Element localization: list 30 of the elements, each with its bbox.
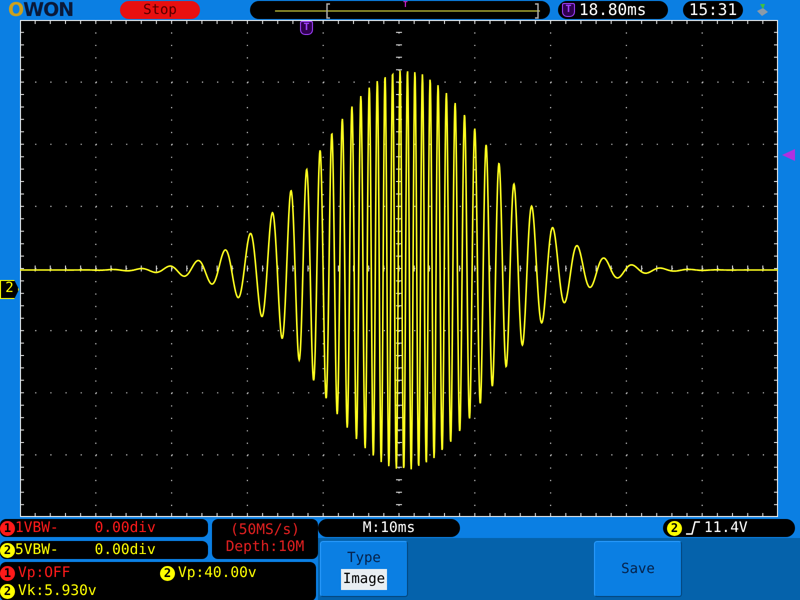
brand-logo: OWON <box>8 0 74 20</box>
trigger-level-marker[interactable] <box>782 148 796 162</box>
channel-badge: 2 <box>160 566 175 581</box>
channel-badge: 1 <box>0 566 15 581</box>
trigger-position-marker: T <box>403 1 408 9</box>
channel-badge: 1 <box>0 520 15 536</box>
type-menu-button[interactable]: Type Image <box>320 541 408 597</box>
cursor-label: 5VBW- <box>15 542 59 558</box>
rising-edge-icon <box>686 521 700 535</box>
usb-storage-icon <box>755 2 769 18</box>
timebase: M:10ms <box>318 519 460 537</box>
memory-depth: Depth:10M <box>226 539 304 556</box>
trigger-level: 11.4V <box>704 519 748 537</box>
trigger-badge: T <box>562 3 575 17</box>
channel-badge: 2 <box>667 520 682 536</box>
channel-badge: 2 <box>0 584 15 600</box>
channel-marker[interactable]: 2 <box>0 280 19 299</box>
trigger-time: 18.80ms <box>579 1 646 19</box>
cursor-value: 0.00div <box>94 520 156 536</box>
run-state-indicator[interactable]: Stop <box>120 1 200 19</box>
channel-badge: 2 <box>0 542 15 558</box>
measurement-value: Vp:40.00v <box>178 564 257 582</box>
clock: 15:31 <box>683 1 743 19</box>
cursor-label: 1VBW- <box>15 520 59 536</box>
save-button[interactable]: Save <box>594 541 682 597</box>
measurement-value: Vk:5.930v <box>18 583 97 600</box>
measurement-value: Vp:OFF <box>18 564 70 582</box>
cursor-value: 0.00div <box>94 542 156 558</box>
trigger-marker[interactable]: T <box>300 21 313 35</box>
sample-rate: (50MS/s) <box>230 522 300 539</box>
